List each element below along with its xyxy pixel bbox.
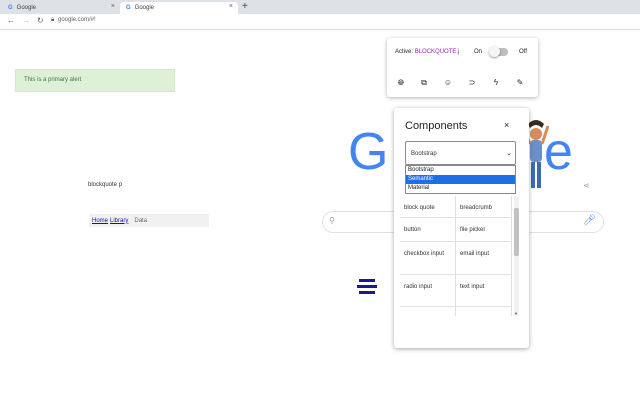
pencil-icon[interactable]: ✎ — [514, 78, 526, 87]
browser-toolbar: ← → ↻ 🔒︎ google.com/#! — [0, 14, 640, 30]
component-item-block-quote[interactable]: block quote — [400, 196, 456, 218]
back-icon[interactable]: ← — [7, 16, 15, 25]
google-logo-letter-g: G — [348, 123, 389, 181]
tab-close-icon[interactable]: × — [111, 3, 115, 10]
tab-strip: G Google × G Google × + — [0, 0, 640, 14]
strikethrough-icon[interactable] — [357, 279, 377, 295]
breadcrumb-link-home[interactable]: Home — [92, 218, 108, 224]
lock-icon[interactable]: 🔒︎ — [51, 17, 54, 24]
globe-icon[interactable]: 🌐︎ — [395, 78, 407, 88]
toggle-on-label: On — [474, 49, 483, 55]
tab-label: Google — [16, 5, 37, 11]
component-item-checkbox-input[interactable]: checkbox input — [400, 242, 456, 275]
dropdown-option-material[interactable]: Material — [406, 184, 515, 193]
list-scrollbar-thumb[interactable] — [514, 208, 519, 256]
toggle-off-label: Off — [519, 49, 527, 55]
component-item-text-input[interactable]: text input — [456, 275, 512, 307]
breadcrumb: Home Library Data — [89, 214, 209, 227]
tab-close-icon[interactable]: × — [229, 3, 233, 10]
scroll-down-arrow-icon[interactable]: ▼ — [514, 311, 518, 316]
framework-select[interactable]: Bootstrap ⌄ — [405, 141, 516, 165]
tab-label: Google — [134, 5, 155, 11]
framework-select-value: Bootstrap — [411, 151, 437, 157]
browser-tab-2[interactable]: G Google × — [120, 2, 238, 14]
microphone-icon[interactable]: 🎤︎ — [583, 215, 596, 226]
chevron-down-icon: ⌄ — [506, 150, 512, 157]
breadcrumb-link-library[interactable]: Library — [110, 218, 128, 224]
search-icon: ⚲ — [329, 216, 335, 225]
active-value: BLOCKQUOTE.j — [414, 49, 460, 55]
component-item-email-input[interactable]: email input — [456, 242, 512, 275]
active-element-bar: Active: BLOCKQUOTE.j On Off 🌐︎ ⧉ ☺ ⊃ ϟ ✎ — [387, 38, 538, 97]
browser-tab-1[interactable]: G Google × — [2, 2, 120, 14]
active-label: Active: BLOCKQUOTE.j — [395, 49, 460, 55]
share-icon[interactable]: ⋖ — [583, 181, 590, 190]
toggle-knob[interactable] — [489, 46, 500, 57]
forward-icon[interactable]: → — [22, 16, 30, 25]
smiley-icon[interactable]: ☺ — [442, 78, 454, 87]
address-bar[interactable]: google.com/#! — [58, 17, 96, 23]
component-item-textarea[interactable]: textarea — [400, 307, 456, 316]
breadcrumb-current: Data — [134, 217, 148, 224]
blockquote: blockquote p — [88, 182, 123, 188]
new-tab-button[interactable]: + — [242, 1, 248, 12]
google-favicon-icon: G — [8, 5, 13, 11]
lightning-icon[interactable]: ϟ — [490, 78, 502, 87]
dropdown-option-bootstrap[interactable]: Bootstrap — [406, 166, 515, 175]
close-icon[interactable]: × — [504, 120, 509, 130]
panel-title: Components — [405, 120, 468, 132]
component-item-button[interactable]: button — [400, 218, 456, 242]
dropdown-option-semantic[interactable]: Semantic — [406, 175, 515, 184]
link-icon[interactable]: ⊃ — [466, 78, 478, 87]
frame-icon[interactable]: ⧉ — [418, 78, 430, 88]
google-favicon-icon: G — [126, 5, 131, 11]
component-item-radio-input[interactable]: radio input — [400, 275, 456, 307]
components-panel: Components × Bootstrap ⌄ Bootstrap Seman… — [394, 108, 529, 348]
component-item-breadcrumb[interactable]: breadcrumb — [456, 196, 512, 218]
component-item-jumbotron[interactable]: jumbotron — [456, 307, 512, 316]
reload-icon[interactable]: ↻ — [37, 16, 44, 25]
framework-dropdown: Bootstrap Semantic Material — [405, 165, 516, 194]
component-item-file-picker[interactable]: file picker — [456, 218, 512, 242]
component-list: block quote breadcrumb button file picke… — [400, 196, 513, 316]
primary-alert: This is a primary alert — [15, 69, 175, 92]
